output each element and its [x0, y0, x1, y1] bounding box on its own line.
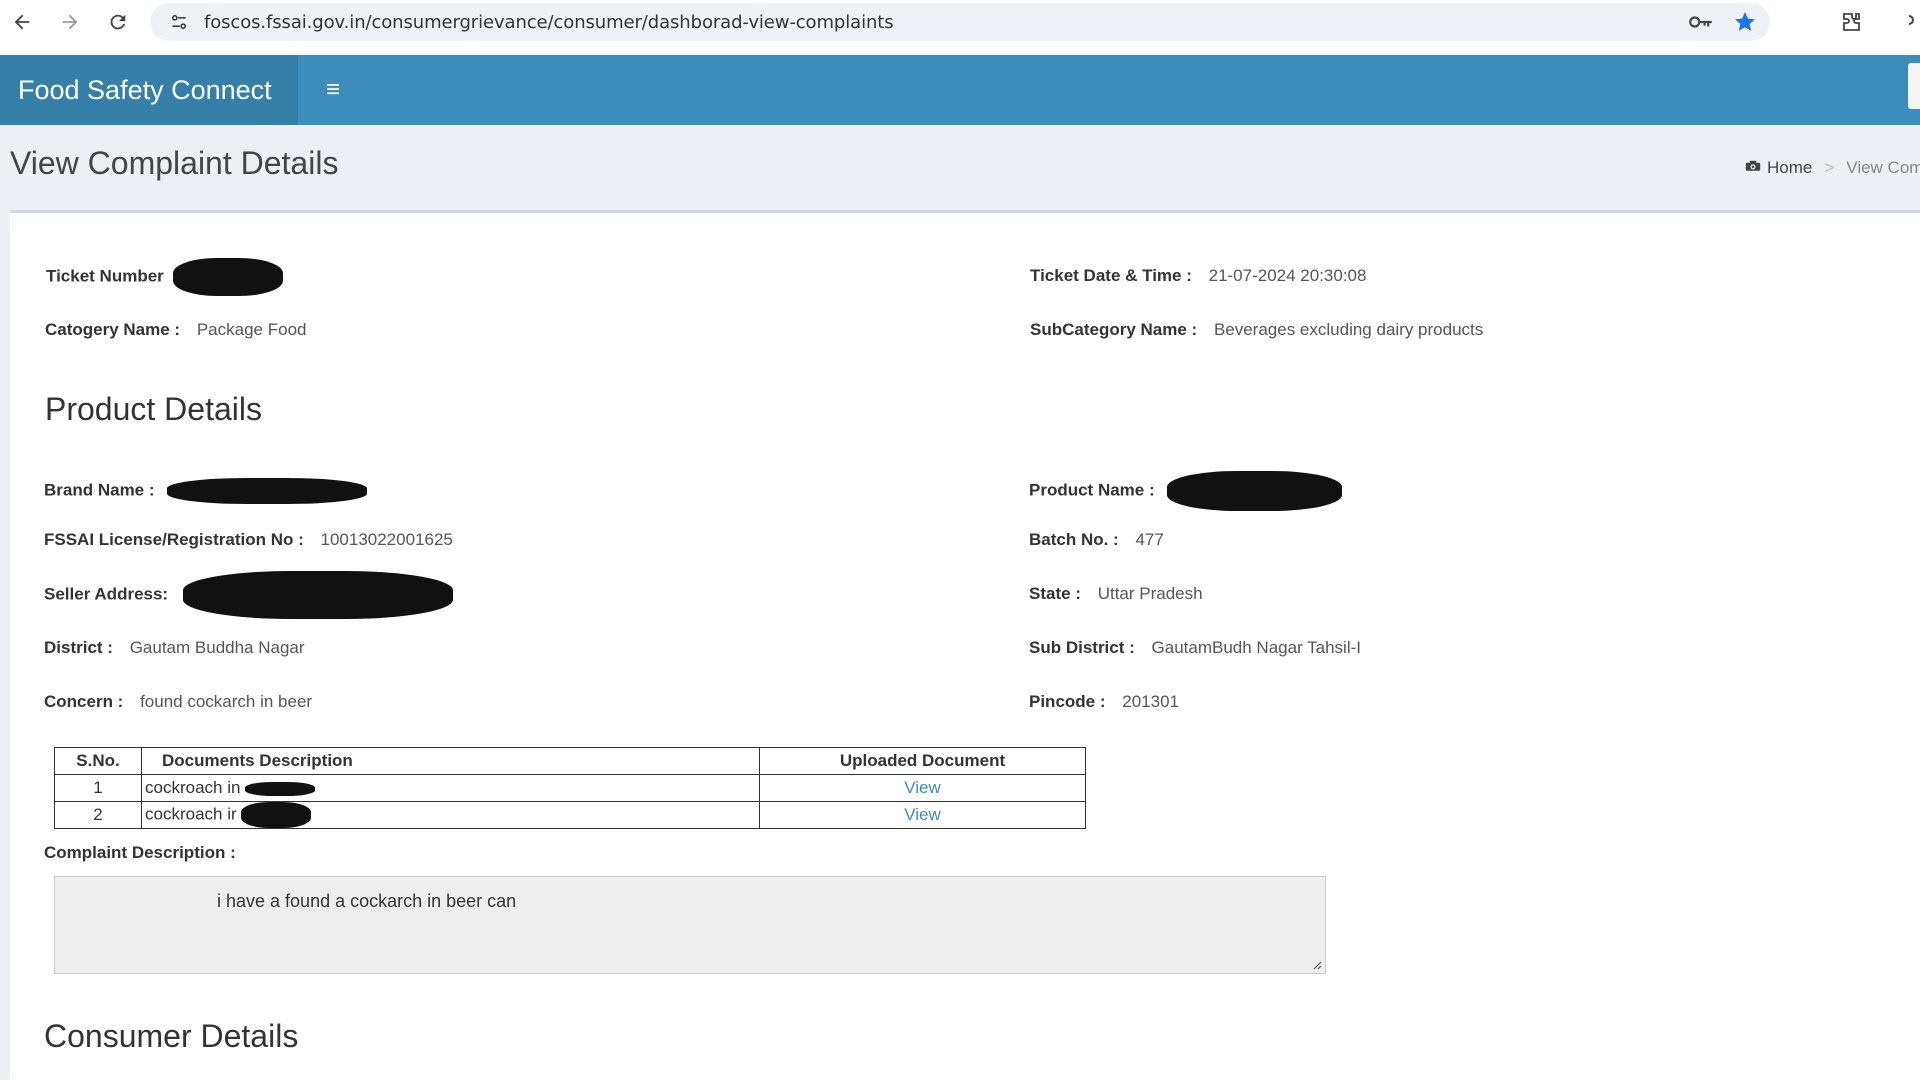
- brand-name-label: Brand Name :: [44, 480, 155, 500]
- ticket-datetime-field: Ticket Date & Time : 21-07-2024 20:30:08: [1030, 266, 1366, 286]
- view-document-link[interactable]: View: [904, 778, 941, 797]
- browser-menu-icon[interactable]: [1905, 8, 1919, 36]
- sub-district-field: Sub District : GautamBudh Nagar Tahsil-I: [1029, 638, 1361, 658]
- consumer-details-heading: Consumer Details: [44, 1018, 299, 1054]
- subcategory-value: Beverages excluding dairy products: [1213, 320, 1484, 339]
- state-label: State :: [1029, 584, 1081, 603]
- ticket-number-field: Ticket Number: [46, 258, 283, 296]
- license-label: FSSAI License/Registration No :: [44, 530, 304, 549]
- row-document: View: [759, 774, 1086, 802]
- batch-field: Batch No. : 477: [1029, 530, 1164, 550]
- documents-table: S.No. Documents Description Uploaded Doc…: [54, 747, 1086, 829]
- row-description-text: cockroach in: [145, 778, 241, 797]
- ticket-datetime-label: Ticket Date & Time :: [1030, 266, 1192, 285]
- concern-field: Concern : found cockarch in beer: [44, 692, 312, 712]
- product-details-heading: Product Details: [45, 391, 262, 427]
- view-document-link[interactable]: View: [904, 805, 941, 824]
- complaint-description-label: Complaint Description :: [44, 843, 236, 862]
- back-icon[interactable]: [6, 6, 38, 38]
- category-label: Catogery Name :: [45, 320, 181, 339]
- complaint-description-field: Complaint Description :: [44, 843, 236, 863]
- ticket-datetime-value: 21-07-2024 20:30:08: [1208, 266, 1367, 285]
- product-name-field: Product Name :: [1029, 471, 1343, 511]
- content-area: Ticket Number Ticket Date & Time : 21-07…: [0, 205, 1920, 1083]
- breadcrumb: Home > View Comp: [1745, 158, 1920, 178]
- seller-address-label: Seller Address:: [44, 584, 169, 604]
- star-icon[interactable]: [1732, 9, 1758, 35]
- documents-table-header: S.No. Documents Description Uploaded Doc…: [54, 747, 1086, 775]
- state-value: Uttar Pradesh: [1097, 584, 1203, 603]
- page-title: View Complaint Details: [10, 145, 339, 181]
- subcategory-field: SubCategory Name : Beverages excluding d…: [1030, 320, 1483, 340]
- pincode-field: Pincode : 201301: [1029, 692, 1179, 712]
- pincode-label: Pincode :: [1029, 692, 1106, 711]
- row-description: cockroach ir: [141, 801, 760, 829]
- browser-toolbar: foscos.fssai.gov.in/consumergrievance/co…: [0, 0, 1920, 44]
- row-description: cockroach in: [141, 774, 760, 802]
- ticket-number-label: Ticket Number: [46, 266, 164, 286]
- key-icon[interactable]: [1688, 9, 1714, 35]
- district-value: Gautam Buddha Nagar: [129, 638, 305, 657]
- district-label: District :: [44, 638, 113, 657]
- url-text[interactable]: foscos.fssai.gov.in/consumergrievance/co…: [204, 12, 894, 33]
- category-value: Package Food: [196, 320, 307, 339]
- content-header: View Complaint Details Home > View Comp: [0, 125, 1920, 205]
- brand-name-field: Brand Name :: [44, 478, 368, 504]
- sub-district-value: GautamBudh Nagar Tahsil-I: [1151, 638, 1361, 657]
- row-sno: 1: [54, 774, 142, 802]
- concern-value: found cockarch in beer: [140, 692, 313, 711]
- extensions-icon[interactable]: [1837, 8, 1865, 36]
- redacted-description: [241, 802, 312, 828]
- row-document: View: [759, 801, 1086, 829]
- app-header: Food Safety Connect ≡: [0, 55, 1920, 125]
- license-value: 10013022001625: [320, 530, 453, 549]
- district-field: District : Gautam Buddha Nagar: [44, 638, 305, 658]
- row-description-text: cockroach ir: [145, 804, 237, 824]
- batch-label: Batch No. :: [1029, 530, 1119, 549]
- row-sno: 2: [54, 801, 142, 829]
- complaint-description-text: i have a found a cockarch in beer can: [217, 891, 517, 911]
- redacted-description: [245, 781, 316, 796]
- batch-value: 477: [1135, 530, 1164, 549]
- resize-handle-icon[interactable]: [1312, 960, 1322, 970]
- complaint-description-textarea[interactable]: i have a found a cockarch in beer can: [54, 876, 1326, 974]
- reload-icon[interactable]: [102, 6, 134, 38]
- seller-address-field: Seller Address:: [44, 571, 453, 619]
- concern-label: Concern :: [44, 692, 124, 711]
- header-user-menu[interactable]: [1908, 63, 1920, 109]
- col-description: Documents Description: [141, 747, 760, 775]
- col-sno: S.No.: [54, 747, 142, 775]
- address-bar[interactable]: foscos.fssai.gov.in/consumergrievance/co…: [150, 3, 1770, 41]
- redacted-seller-address: [182, 571, 453, 619]
- table-row: 2 cockroach ir View: [54, 801, 1086, 829]
- breadcrumb-current: View Comp: [1846, 158, 1920, 177]
- home-icon[interactable]: [1745, 158, 1761, 178]
- app-logo[interactable]: Food Safety Connect: [0, 55, 298, 125]
- sidebar-toggle-icon[interactable]: ≡: [318, 76, 348, 104]
- table-row: 1 cockroach in View: [54, 774, 1086, 802]
- state-field: State : Uttar Pradesh: [1029, 584, 1203, 604]
- breadcrumb-separator: >: [1824, 158, 1835, 177]
- redacted-brand-name: [167, 478, 368, 504]
- breadcrumb-home[interactable]: Home: [1767, 158, 1812, 178]
- pincode-value: 201301: [1122, 692, 1179, 711]
- subcategory-label: SubCategory Name :: [1030, 320, 1198, 339]
- complaint-details-box: Ticket Number Ticket Date & Time : 21-07…: [10, 210, 1920, 1083]
- redacted-product-name: [1167, 471, 1343, 511]
- forward-icon[interactable]: [54, 6, 86, 38]
- product-name-label: Product Name :: [1029, 480, 1155, 500]
- redacted-ticket-number: [172, 258, 283, 296]
- site-info-icon[interactable]: [166, 9, 192, 35]
- category-field: Catogery Name : Package Food: [45, 320, 306, 340]
- license-field: FSSAI License/Registration No : 10013022…: [44, 530, 453, 550]
- col-uploaded-document: Uploaded Document: [759, 747, 1086, 775]
- sub-district-label: Sub District :: [1029, 638, 1135, 657]
